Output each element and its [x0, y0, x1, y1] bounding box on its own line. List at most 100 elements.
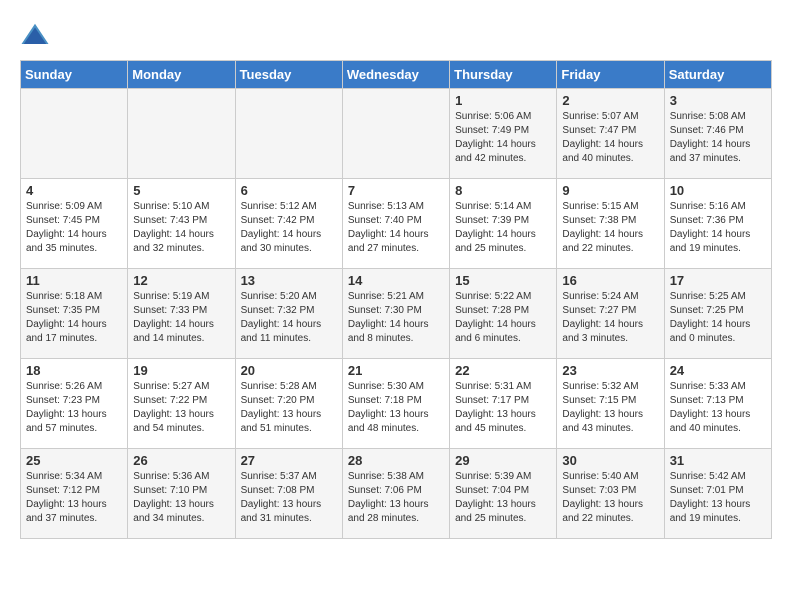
- day-detail: Sunrise: 5:34 AM Sunset: 7:12 PM Dayligh…: [26, 470, 122, 526]
- day-number: 26: [133, 453, 229, 468]
- day-number: 31: [670, 453, 766, 468]
- day-detail: Sunrise: 5:31 AM Sunset: 7:17 PM Dayligh…: [455, 380, 551, 436]
- day-number: 24: [670, 363, 766, 378]
- day-number: 13: [241, 273, 337, 288]
- day-detail: Sunrise: 5:38 AM Sunset: 7:06 PM Dayligh…: [348, 470, 444, 526]
- column-header-saturday: Saturday: [664, 61, 771, 89]
- calendar-table: SundayMondayTuesdayWednesdayThursdayFrid…: [20, 60, 772, 539]
- day-detail: Sunrise: 5:24 AM Sunset: 7:27 PM Dayligh…: [562, 290, 658, 346]
- day-detail: Sunrise: 5:19 AM Sunset: 7:33 PM Dayligh…: [133, 290, 229, 346]
- day-number: 14: [348, 273, 444, 288]
- column-header-wednesday: Wednesday: [342, 61, 449, 89]
- day-detail: Sunrise: 5:07 AM Sunset: 7:47 PM Dayligh…: [562, 110, 658, 166]
- day-detail: Sunrise: 5:25 AM Sunset: 7:25 PM Dayligh…: [670, 290, 766, 346]
- day-number: 22: [455, 363, 551, 378]
- day-number: 28: [348, 453, 444, 468]
- day-number: 1: [455, 93, 551, 108]
- day-number: 11: [26, 273, 122, 288]
- column-header-monday: Monday: [128, 61, 235, 89]
- column-header-tuesday: Tuesday: [235, 61, 342, 89]
- calendar-cell: 16 Sunrise: 5:24 AM Sunset: 7:27 PM Dayli…: [557, 269, 664, 359]
- day-detail: Sunrise: 5:09 AM Sunset: 7:45 PM Dayligh…: [26, 200, 122, 256]
- day-number: 21: [348, 363, 444, 378]
- calendar-cell: 8 Sunrise: 5:14 AM Sunset: 7:39 PM Daylig…: [450, 179, 557, 269]
- day-number: 12: [133, 273, 229, 288]
- calendar-cell: 24Sunrise: 5:33 AM Sunset: 7:13 PM Dayli…: [664, 359, 771, 449]
- calendar-cell: 2 Sunrise: 5:07 AM Sunset: 7:47 PM Daylig…: [557, 89, 664, 179]
- calendar-week-row: 18 Sunrise: 5:26 AM Sunset: 7:23 PM Dayli…: [21, 359, 772, 449]
- calendar-cell: 4 Sunrise: 5:09 AM Sunset: 7:45 PM Daylig…: [21, 179, 128, 269]
- column-header-sunday: Sunday: [21, 61, 128, 89]
- day-detail: Sunrise: 5:28 AM Sunset: 7:20 PM Dayligh…: [241, 380, 337, 436]
- calendar-cell: 1 Sunrise: 5:06 AM Sunset: 7:49 PM Daylig…: [450, 89, 557, 179]
- calendar-week-row: 25Sunrise: 5:34 AM Sunset: 7:12 PM Dayli…: [21, 449, 772, 539]
- calendar-cell: 5Sunrise: 5:10 AM Sunset: 7:43 PM Daylig…: [128, 179, 235, 269]
- day-detail: Sunrise: 5:08 AM Sunset: 7:46 PM Dayligh…: [670, 110, 766, 166]
- day-number: 3: [670, 93, 766, 108]
- day-number: 8: [455, 183, 551, 198]
- day-detail: Sunrise: 5:20 AM Sunset: 7:32 PM Dayligh…: [241, 290, 337, 346]
- calendar-cell: [235, 89, 342, 179]
- calendar-cell: 10Sunrise: 5:16 AM Sunset: 7:36 PM Dayli…: [664, 179, 771, 269]
- day-detail: Sunrise: 5:18 AM Sunset: 7:35 PM Dayligh…: [26, 290, 122, 346]
- calendar-cell: 27 Sunrise: 5:37 AM Sunset: 7:08 PM Dayli…: [235, 449, 342, 539]
- day-detail: Sunrise: 5:26 AM Sunset: 7:23 PM Dayligh…: [26, 380, 122, 436]
- day-detail: Sunrise: 5:16 AM Sunset: 7:36 PM Dayligh…: [670, 200, 766, 256]
- day-detail: Sunrise: 5:22 AM Sunset: 7:28 PM Dayligh…: [455, 290, 551, 346]
- calendar-header-row: SundayMondayTuesdayWednesdayThursdayFrid…: [21, 61, 772, 89]
- day-detail: Sunrise: 5:37 AM Sunset: 7:08 PM Dayligh…: [241, 470, 337, 526]
- day-number: 29: [455, 453, 551, 468]
- day-detail: Sunrise: 5:36 AM Sunset: 7:10 PM Dayligh…: [133, 470, 229, 526]
- calendar-cell: 21 Sunrise: 5:30 AM Sunset: 7:18 PM Dayli…: [342, 359, 449, 449]
- day-number: 27: [241, 453, 337, 468]
- day-number: 16: [562, 273, 658, 288]
- day-detail: Sunrise: 5:30 AM Sunset: 7:18 PM Dayligh…: [348, 380, 444, 436]
- page-header: [20, 20, 772, 50]
- day-detail: Sunrise: 5:14 AM Sunset: 7:39 PM Dayligh…: [455, 200, 551, 256]
- day-detail: Sunrise: 5:13 AM Sunset: 7:40 PM Dayligh…: [348, 200, 444, 256]
- calendar-cell: 9Sunrise: 5:15 AM Sunset: 7:38 PM Daylig…: [557, 179, 664, 269]
- day-detail: Sunrise: 5:15 AM Sunset: 7:38 PM Dayligh…: [562, 200, 658, 256]
- day-number: 4: [26, 183, 122, 198]
- calendar-cell: 31 Sunrise: 5:42 AM Sunset: 7:01 PM Dayli…: [664, 449, 771, 539]
- day-detail: Sunrise: 5:06 AM Sunset: 7:49 PM Dayligh…: [455, 110, 551, 166]
- day-detail: Sunrise: 5:27 AM Sunset: 7:22 PM Dayligh…: [133, 380, 229, 436]
- day-number: 15: [455, 273, 551, 288]
- calendar-cell: 14 Sunrise: 5:21 AM Sunset: 7:30 PM Dayli…: [342, 269, 449, 359]
- calendar-cell: 12 Sunrise: 5:19 AM Sunset: 7:33 PM Dayli…: [128, 269, 235, 359]
- logo: [20, 20, 54, 50]
- day-detail: Sunrise: 5:21 AM Sunset: 7:30 PM Dayligh…: [348, 290, 444, 346]
- day-detail: Sunrise: 5:12 AM Sunset: 7:42 PM Dayligh…: [241, 200, 337, 256]
- calendar-cell: 18 Sunrise: 5:26 AM Sunset: 7:23 PM Dayli…: [21, 359, 128, 449]
- calendar-cell: [128, 89, 235, 179]
- day-detail: Sunrise: 5:39 AM Sunset: 7:04 PM Dayligh…: [455, 470, 551, 526]
- calendar-cell: 15 Sunrise: 5:22 AM Sunset: 7:28 PM Dayli…: [450, 269, 557, 359]
- calendar-cell: 3 Sunrise: 5:08 AM Sunset: 7:46 PM Daylig…: [664, 89, 771, 179]
- calendar-week-row: 11 Sunrise: 5:18 AM Sunset: 7:35 PM Dayli…: [21, 269, 772, 359]
- calendar-cell: 20 Sunrise: 5:28 AM Sunset: 7:20 PM Dayli…: [235, 359, 342, 449]
- day-detail: Sunrise: 5:40 AM Sunset: 7:03 PM Dayligh…: [562, 470, 658, 526]
- day-number: 6: [241, 183, 337, 198]
- column-header-friday: Friday: [557, 61, 664, 89]
- calendar-cell: 29 Sunrise: 5:39 AM Sunset: 7:04 PM Dayli…: [450, 449, 557, 539]
- day-number: 2: [562, 93, 658, 108]
- calendar-week-row: 4 Sunrise: 5:09 AM Sunset: 7:45 PM Daylig…: [21, 179, 772, 269]
- day-number: 19: [133, 363, 229, 378]
- day-number: 5: [133, 183, 229, 198]
- calendar-cell: 13 Sunrise: 5:20 AM Sunset: 7:32 PM Dayli…: [235, 269, 342, 359]
- day-number: 18: [26, 363, 122, 378]
- logo-icon: [20, 20, 50, 50]
- calendar-cell: 11 Sunrise: 5:18 AM Sunset: 7:35 PM Dayli…: [21, 269, 128, 359]
- day-detail: Sunrise: 5:42 AM Sunset: 7:01 PM Dayligh…: [670, 470, 766, 526]
- day-detail: Sunrise: 5:32 AM Sunset: 7:15 PM Dayligh…: [562, 380, 658, 436]
- day-number: 23: [562, 363, 658, 378]
- calendar-cell: 17Sunrise: 5:25 AM Sunset: 7:25 PM Dayli…: [664, 269, 771, 359]
- calendar-cell: 28 Sunrise: 5:38 AM Sunset: 7:06 PM Dayli…: [342, 449, 449, 539]
- calendar-week-row: 1 Sunrise: 5:06 AM Sunset: 7:49 PM Daylig…: [21, 89, 772, 179]
- column-header-thursday: Thursday: [450, 61, 557, 89]
- calendar-cell: 25Sunrise: 5:34 AM Sunset: 7:12 PM Dayli…: [21, 449, 128, 539]
- day-number: 20: [241, 363, 337, 378]
- day-number: 30: [562, 453, 658, 468]
- calendar-cell: 6 Sunrise: 5:12 AM Sunset: 7:42 PM Daylig…: [235, 179, 342, 269]
- calendar-cell: [21, 89, 128, 179]
